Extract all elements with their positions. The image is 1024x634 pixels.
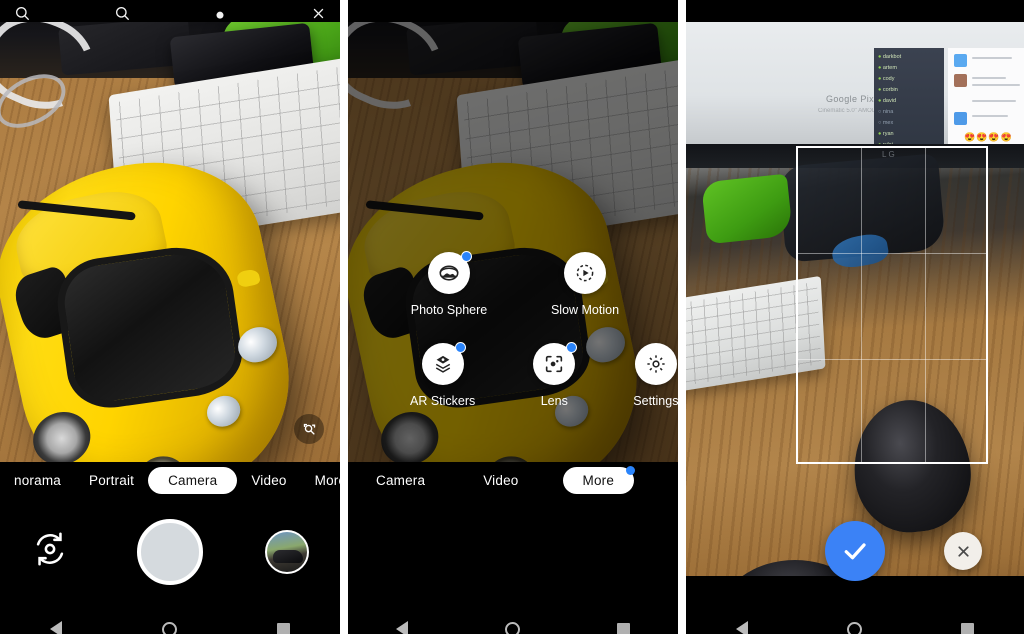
chat-sidebar: ● darkbot ● artem ● cody ● corbin ● davi… xyxy=(874,48,944,156)
ar-stickers-icon[interactable] xyxy=(421,342,466,385)
more-menu-row-1: Photo Sphere Slow Motion xyxy=(368,251,658,317)
mode-more-label: More xyxy=(314,472,340,488)
gallery-thumbnail[interactable] xyxy=(265,530,309,574)
mode-camera[interactable]: Camera xyxy=(148,466,238,494)
monitor-screen: Google Pixel 2 Cinematic 5.0" AMOLED dis… xyxy=(686,22,1024,156)
more-item-photo-sphere[interactable]: Photo Sphere xyxy=(410,251,488,317)
chat-messages: 😍😍😍😍 xyxy=(948,48,1024,156)
slow-motion-icon[interactable] xyxy=(564,252,606,294)
shutter-button[interactable] xyxy=(137,519,203,585)
android-navbar xyxy=(0,602,340,634)
mode-more-label: More xyxy=(582,472,615,488)
new-badge-dot xyxy=(461,251,472,262)
more-item-label: Settings xyxy=(633,394,678,408)
car-windshield xyxy=(51,240,248,414)
confirm-button[interactable] xyxy=(825,521,885,581)
message-line xyxy=(972,57,1012,59)
mode-more[interactable]: More xyxy=(562,465,636,494)
camera-topbar xyxy=(348,0,678,22)
camera-flip-icon[interactable] xyxy=(31,530,75,574)
avatar xyxy=(954,112,967,125)
mode-portrait[interactable]: Portrait xyxy=(75,467,148,494)
lens-search-chip[interactable] xyxy=(294,414,324,444)
lens-topbar xyxy=(686,0,1024,22)
more-item-lens[interactable]: Lens xyxy=(533,342,578,408)
photo-sphere-icon[interactable] xyxy=(428,251,472,294)
crop-selection-rectangle[interactable] xyxy=(796,146,988,464)
android-navbar xyxy=(348,602,678,634)
more-item-label: Slow Motion xyxy=(550,303,620,317)
new-badge-dot xyxy=(454,342,466,353)
camera-topbar xyxy=(0,0,340,22)
panel-divider-1 xyxy=(340,0,348,634)
new-badge-dot xyxy=(566,342,578,353)
home-icon[interactable] xyxy=(162,621,177,634)
avatar xyxy=(954,74,967,87)
lens-icon[interactable] xyxy=(533,342,578,385)
camera-mode-selector[interactable]: norama Portrait Camera Video More xyxy=(0,462,340,498)
message-line xyxy=(972,77,1006,79)
message-line xyxy=(972,100,1016,102)
new-badge-dot xyxy=(626,465,636,475)
mode-panorama[interactable]: norama xyxy=(0,467,75,494)
close-icon[interactable] xyxy=(311,6,326,21)
more-menu-grid: Photo Sphere Slow Motion AR Stickers Len… xyxy=(348,251,678,434)
back-icon[interactable] xyxy=(50,621,62,634)
recents-icon[interactable] xyxy=(277,622,290,634)
lens-action-row xyxy=(686,516,1024,586)
gear-icon[interactable] xyxy=(634,343,677,385)
more-menu-row-2: AR Stickers Lens Settings xyxy=(368,342,678,408)
more-item-label: Lens xyxy=(540,394,568,408)
more-item-slow-motion[interactable]: Slow Motion xyxy=(546,252,624,317)
message-line xyxy=(972,84,1020,86)
back-icon[interactable] xyxy=(735,621,748,634)
panel-camera-viewfinder: norama Portrait Camera Video More xyxy=(0,0,340,634)
mode-camera[interactable]: Camera xyxy=(362,467,439,494)
panel-divider-2 xyxy=(678,0,686,634)
more-item-ar-stickers[interactable]: AR Stickers xyxy=(410,342,476,408)
search-icon[interactable] xyxy=(14,5,30,21)
more-item-settings[interactable]: Settings xyxy=(633,343,678,408)
emoji-reactions: 😍😍😍😍 xyxy=(964,132,1013,142)
more-item-label: Photo Sphere xyxy=(410,303,488,317)
flash-auto-icon[interactable] xyxy=(213,7,227,21)
more-item-label: AR Stickers xyxy=(410,394,476,408)
recents-icon[interactable] xyxy=(961,622,975,634)
mode-more[interactable]: More xyxy=(301,467,340,494)
camera-mode-selector[interactable]: Camera Video More xyxy=(348,462,678,498)
camera-action-row xyxy=(0,502,340,602)
screenshot-root: norama Portrait Camera Video More xyxy=(0,0,1024,634)
mode-video[interactable]: Video xyxy=(469,467,532,494)
home-icon[interactable] xyxy=(504,621,520,634)
panel-lens-crop: Google Pixel 2 Cinematic 5.0" AMOLED dis… xyxy=(686,0,1024,634)
mode-video[interactable]: Video xyxy=(237,467,300,494)
lens-search-icon[interactable] xyxy=(114,5,130,21)
message-line xyxy=(972,115,1008,117)
recents-icon[interactable] xyxy=(616,622,630,634)
home-icon[interactable] xyxy=(846,621,862,634)
avatar xyxy=(954,54,967,67)
panel-camera-more-menu: Photo Sphere Slow Motion AR Stickers Len… xyxy=(348,0,678,634)
back-icon[interactable] xyxy=(396,621,409,634)
android-navbar xyxy=(686,602,1024,634)
cancel-button[interactable] xyxy=(944,532,982,570)
